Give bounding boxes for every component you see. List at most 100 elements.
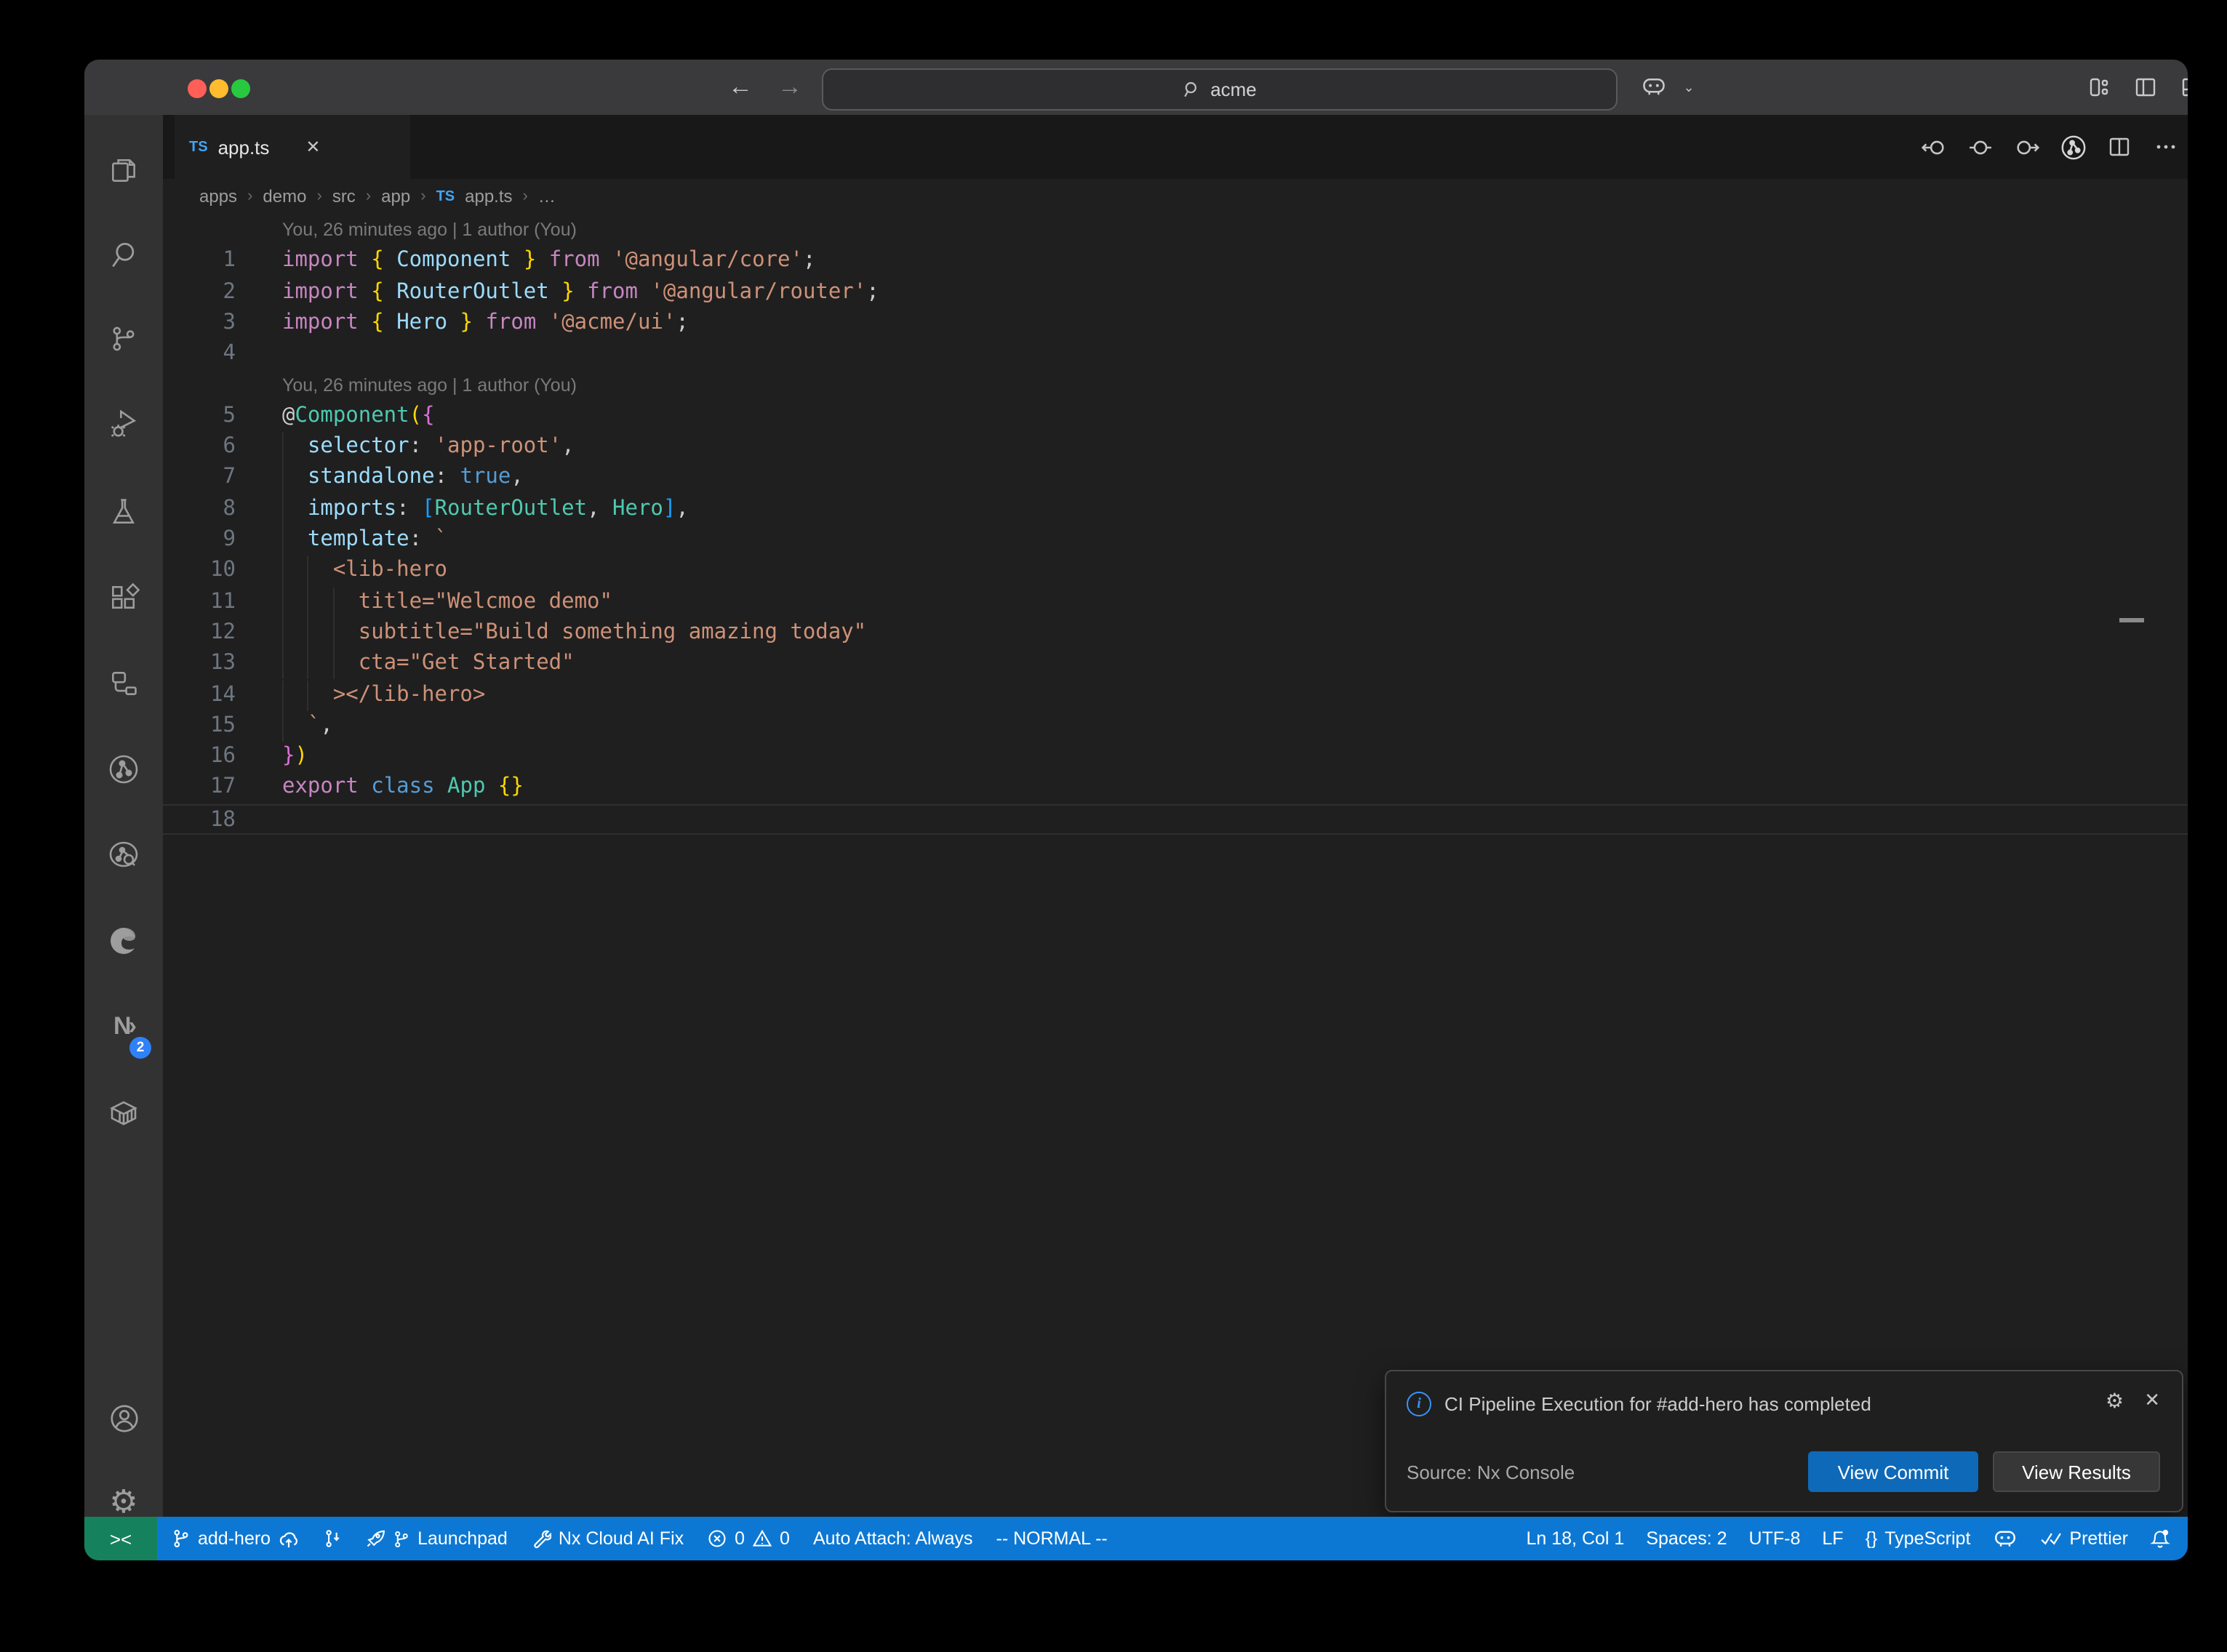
navigate-back-button[interactable]: ← bbox=[724, 60, 756, 115]
cursor-position-status-item[interactable]: Ln 18, Col 1 bbox=[1527, 1528, 1625, 1549]
sidebar-item-edge-tools[interactable] bbox=[84, 906, 163, 976]
sidebar-item-extensions[interactable] bbox=[84, 563, 163, 633]
warning-count: 0 bbox=[780, 1528, 790, 1549]
nx-cloud-status-item[interactable]: Nx Cloud AI Fix bbox=[531, 1528, 684, 1549]
close-tab-icon[interactable]: ✕ bbox=[305, 137, 320, 157]
line-number[interactable]: 5 bbox=[163, 401, 236, 433]
code-text: title="Welcmoe demo" bbox=[282, 587, 612, 618]
info-icon: i bbox=[1407, 1392, 1431, 1416]
step-over-icon[interactable] bbox=[2010, 135, 2042, 159]
step-back-icon[interactable] bbox=[1917, 135, 1949, 159]
zoom-window-button[interactable] bbox=[231, 80, 250, 99]
notification-settings-icon[interactable]: ⚙ bbox=[2106, 1389, 2124, 1414]
split-editor-icon[interactable] bbox=[2103, 135, 2135, 159]
nx-badge: 2 bbox=[129, 1037, 151, 1059]
typescript-file-icon: TS bbox=[436, 188, 455, 204]
chevron-down-icon[interactable]: ⌄ bbox=[1670, 60, 1708, 115]
search-value: acme bbox=[1210, 79, 1257, 100]
code-line: 13 cta="Get Started" bbox=[163, 649, 2188, 680]
prettier-status-item[interactable]: Prettier bbox=[2039, 1528, 2128, 1549]
notification-close-icon[interactable]: ✕ bbox=[2144, 1389, 2160, 1412]
remote-indicator[interactable]: >< bbox=[84, 1517, 157, 1560]
language-status-item[interactable]: {} TypeScript bbox=[1866, 1528, 1971, 1549]
breadcrumb-item[interactable]: demo bbox=[263, 186, 306, 206]
sidebar-item-graph-search[interactable] bbox=[84, 820, 163, 890]
line-number[interactable]: 14 bbox=[163, 680, 236, 711]
bell-icon bbox=[2150, 1528, 2170, 1549]
breadcrumb-item[interactable]: apps bbox=[199, 186, 237, 206]
notification-source: Source: Nx Console bbox=[1407, 1461, 1575, 1483]
code-text: ></lib-hero> bbox=[282, 680, 485, 711]
sidebar-item-hierarchy[interactable] bbox=[84, 649, 163, 718]
close-window-button[interactable] bbox=[188, 80, 207, 99]
branch-status-item[interactable]: add-hero bbox=[172, 1528, 300, 1549]
customize-layout-icon[interactable] bbox=[2080, 60, 2118, 115]
auto-attach-status-item[interactable]: Auto Attach: Always bbox=[813, 1528, 973, 1549]
line-number[interactable]: 13 bbox=[163, 649, 236, 680]
line-number[interactable]: 8 bbox=[163, 494, 236, 525]
branch-sync-status-item[interactable] bbox=[323, 1528, 342, 1549]
braces-icon: {} bbox=[1866, 1528, 1878, 1549]
vim-mode-status-item[interactable]: -- NORMAL -- bbox=[996, 1528, 1108, 1549]
title-bar: ← → acme ⌄ bbox=[84, 60, 2188, 115]
line-number[interactable]: 4 bbox=[163, 339, 236, 370]
eol-status-item[interactable]: LF bbox=[1822, 1528, 1843, 1549]
line-number[interactable]: 3 bbox=[163, 308, 236, 340]
encoding-status-item[interactable]: UTF-8 bbox=[1749, 1528, 1801, 1549]
copilot-status-item[interactable] bbox=[1992, 1529, 2017, 1548]
accounts-icon[interactable] bbox=[84, 1383, 163, 1453]
line-number[interactable]: 16 bbox=[163, 742, 236, 773]
code-line: 16}) bbox=[163, 742, 2188, 773]
line-number[interactable]: 18 bbox=[163, 805, 236, 836]
line-number[interactable]: 6 bbox=[163, 432, 236, 463]
breadcrumb[interactable]: apps › demo › src › app › TS app.ts › … bbox=[163, 179, 2188, 214]
toggle-primary-sidebar-icon[interactable] bbox=[2127, 60, 2164, 115]
toggle-panel-icon[interactable] bbox=[2173, 60, 2188, 115]
code-line: 14 ></lib-hero> bbox=[163, 680, 2188, 711]
line-number[interactable]: 12 bbox=[163, 618, 236, 649]
breadcrumb-item[interactable]: src bbox=[332, 186, 356, 206]
project-graph-icon[interactable] bbox=[2057, 133, 2089, 161]
line-number[interactable]: 7 bbox=[163, 463, 236, 494]
more-actions-icon[interactable] bbox=[2150, 135, 2182, 159]
minimize-window-button[interactable] bbox=[209, 80, 228, 99]
code-area[interactable]: You, 26 minutes ago | 1 author (You) 1 imp… bbox=[163, 214, 2188, 1517]
sidebar-item-testing[interactable] bbox=[84, 477, 163, 547]
sidebar-item-explorer[interactable] bbox=[84, 135, 163, 205]
indentation-status-item[interactable]: Spaces: 2 bbox=[1646, 1528, 1727, 1549]
breadcrumb-symbol[interactable]: … bbox=[538, 186, 556, 206]
double-check-icon bbox=[2039, 1530, 2062, 1547]
view-results-button[interactable]: View Results bbox=[1993, 1451, 2160, 1492]
navigate-forward-button[interactable]: → bbox=[774, 60, 806, 115]
breadcrumb-item-file[interactable]: app.ts bbox=[465, 186, 512, 206]
tab-app-ts[interactable]: TS app.ts ✕ bbox=[175, 115, 410, 179]
code-text: export class App {} bbox=[282, 773, 524, 804]
line-number[interactable]: 9 bbox=[163, 525, 236, 556]
code-line: 6 selector: 'app-root', bbox=[163, 432, 2188, 463]
line-number[interactable]: 1 bbox=[163, 246, 236, 278]
line-number[interactable]: 10 bbox=[163, 556, 236, 588]
sidebar-item-project-graph[interactable] bbox=[84, 734, 163, 804]
launchpad-status-item[interactable]: Launchpad bbox=[365, 1528, 508, 1549]
view-commit-button[interactable]: View Commit bbox=[1808, 1451, 1978, 1492]
sidebar-item-nx-console[interactable]: N› 2 bbox=[84, 992, 163, 1062]
git-blame-annotation: You, 26 minutes ago | 1 author (You) bbox=[163, 370, 2188, 401]
sidebar-item-containers[interactable] bbox=[84, 1078, 163, 1147]
command-center-search[interactable]: acme bbox=[822, 68, 1618, 111]
rocket-icon bbox=[365, 1528, 385, 1549]
sidebar-item-search[interactable] bbox=[84, 220, 163, 289]
copilot-icon[interactable] bbox=[1635, 60, 1673, 115]
problems-status-item[interactable]: 0 0 bbox=[707, 1528, 790, 1549]
notifications-bell-item[interactable] bbox=[2150, 1528, 2170, 1549]
line-number[interactable]: 2 bbox=[163, 277, 236, 308]
sidebar-item-source-control[interactable] bbox=[84, 304, 163, 374]
line-number[interactable]: 17 bbox=[163, 773, 236, 804]
code-text: imports: [RouterOutlet, Hero], bbox=[282, 494, 689, 525]
code-text: subtitle="Build something amazing today" bbox=[282, 618, 866, 649]
run-circle-icon[interactable] bbox=[1964, 135, 1996, 159]
sidebar-item-run-debug[interactable] bbox=[84, 391, 163, 461]
line-number[interactable]: 15 bbox=[163, 711, 236, 742]
breadcrumb-item[interactable]: app bbox=[381, 186, 410, 206]
code-text: import { RouterOutlet } from '@angular/r… bbox=[282, 277, 879, 308]
line-number[interactable]: 11 bbox=[163, 587, 236, 618]
